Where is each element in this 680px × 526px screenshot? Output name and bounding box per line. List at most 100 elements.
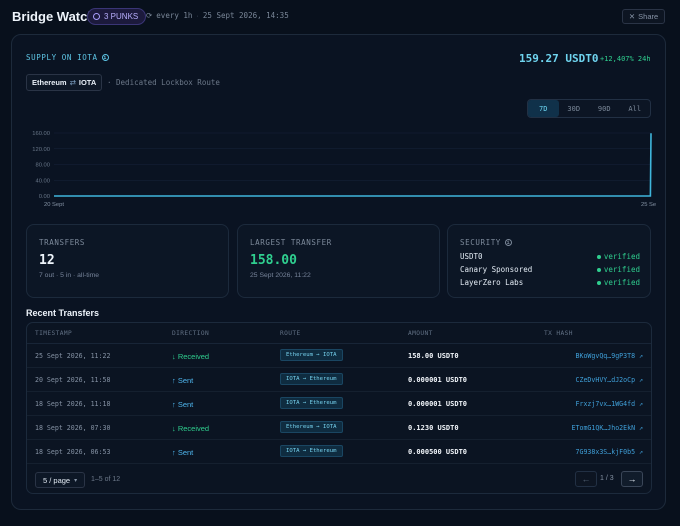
- security-row: Canary Sponsored verified: [460, 265, 640, 275]
- refresh-icon: ⟳: [146, 11, 153, 20]
- security-status: verified: [596, 278, 640, 287]
- arrow-right-icon: →: [627, 474, 637, 484]
- recent-transfers-title: Recent Transfers: [26, 308, 100, 318]
- top-bar: Bridge Watch 3 PUNKS ⟳ every 1h · 25 Sep…: [0, 0, 680, 34]
- largest-transfer-card: LARGEST TRANSFER 158.00 25 Sept 2026, 11…: [237, 224, 440, 298]
- column-header-amount[interactable]: AMOUNT: [408, 330, 433, 337]
- punks-badge[interactable]: 3 PUNKS: [87, 8, 147, 25]
- security-name: Canary Sponsored: [460, 265, 533, 274]
- last-updated: 25 Sept 2026, 14:35: [202, 11, 289, 20]
- transfers-label: TRANSFERS: [39, 238, 86, 247]
- y-tick-label: 0.00: [39, 194, 50, 200]
- row-timestamp: 25 Sept 2026, 11:22: [35, 352, 111, 360]
- column-header-timestamp[interactable]: TIMESTAMP: [35, 330, 72, 337]
- route-from: Ethereum: [32, 78, 67, 87]
- refresh-interval: every 1h: [156, 11, 193, 20]
- range-tab-90d[interactable]: 90D: [589, 100, 620, 117]
- y-tick-label: 120.00: [32, 147, 50, 153]
- results-range: 1–5 of 12: [91, 476, 121, 483]
- row-amount: 0.000500 USDT0: [408, 448, 468, 456]
- column-header-direction[interactable]: DIRECTION: [172, 330, 209, 337]
- row-amount: 158.00 USDT0: [408, 352, 459, 360]
- supply-label-text: SUPPLY ON IOTA: [26, 53, 98, 62]
- y-tick-label: 80.00: [35, 163, 50, 169]
- pagination: 5 / page ▾ 1–5 of 12 ← 1 / 3 →: [27, 467, 651, 493]
- range-tabs: 7D 30D 90D All: [527, 99, 651, 118]
- app-title: Bridge Watch: [12, 9, 96, 24]
- supply-label: SUPPLY ON IOTA i: [26, 53, 109, 62]
- largest-transfer-date: 25 Sept 2026, 11:22: [250, 272, 311, 279]
- security-name: USDT0: [460, 252, 483, 261]
- status-dot-icon: [596, 267, 601, 272]
- supply-change: +12,407% 24h: [600, 55, 651, 63]
- row-amount: 0.000001 USDT0: [408, 376, 468, 384]
- row-tx-hash-link[interactable]: ETomG1QK…Jho2EkN ↗: [572, 424, 643, 432]
- row-tx-hash-link[interactable]: BKoWgvQq…9gP3T8 ↗: [576, 352, 644, 360]
- row-route-chip: IOTA → Ethereum: [280, 373, 343, 385]
- punks-badge-label: 3 PUNKS: [104, 12, 139, 21]
- x-logo-icon: ✕: [628, 12, 636, 21]
- security-label: SECURITY i: [460, 238, 512, 247]
- share-label: Share: [638, 12, 659, 21]
- row-direction: ↑ Sent: [172, 447, 194, 457]
- row-route-chip: IOTA → Ethereum: [280, 397, 343, 409]
- route-pill: Ethereum ⇄ IOTA: [26, 74, 103, 91]
- range-tab-7d[interactable]: 7D: [528, 100, 559, 117]
- x-tick-label: 25 Sept: [641, 202, 656, 208]
- row-direction: ↑ Sent: [172, 399, 194, 409]
- row-route-chip: IOTA → Ethereum: [280, 445, 343, 457]
- range-tab-30d[interactable]: 30D: [559, 100, 590, 117]
- separator-dot: ·: [196, 11, 199, 20]
- circle-icon: [93, 13, 100, 20]
- table-row[interactable]: 18 Sept 2026, 11:18 ↑ Sent IOTA → Ethere…: [27, 392, 651, 416]
- table-row[interactable]: 25 Sept 2026, 11:22 ↓ Received Ethereum …: [27, 344, 651, 368]
- row-amount: 0.000001 USDT0: [408, 400, 468, 408]
- security-status: verified: [596, 252, 640, 261]
- row-timestamp: 18 Sept 2026, 06:53: [35, 448, 111, 456]
- row-route-chip: Ethereum → IOTA: [280, 349, 343, 361]
- arrow-left-icon: ←: [581, 474, 591, 484]
- transfers-value: 12: [39, 253, 55, 268]
- security-card: SECURITY i USDT0 verified Canary Sponsor…: [447, 224, 651, 298]
- largest-transfer-label: LARGEST TRANSFER: [250, 238, 332, 247]
- previous-page-button[interactable]: ←: [575, 471, 597, 487]
- table-row[interactable]: 18 Sept 2026, 06:53 ↑ Sent IOTA → Ethere…: [27, 440, 651, 464]
- security-name: LayerZero Labs: [460, 278, 524, 287]
- page-size-value: 5 / page: [43, 475, 71, 485]
- share-button[interactable]: ✕ Share: [622, 9, 665, 24]
- route-description: · Dedicated Lockbox Route: [107, 78, 220, 87]
- info-icon[interactable]: i: [504, 239, 512, 246]
- security-row: LayerZero Labs verified: [460, 278, 640, 288]
- table-row[interactable]: 20 Sept 2026, 11:58 ↑ Sent IOTA → Ethere…: [27, 368, 651, 392]
- row-tx-hash-link[interactable]: CZeDvHVY…dJ2oCp ↗: [576, 376, 644, 384]
- next-page-button[interactable]: →: [621, 471, 643, 487]
- table-row[interactable]: 18 Sept 2026, 07:30 ↓ Received Ethereum …: [27, 416, 651, 440]
- status-dot-icon: [596, 254, 601, 259]
- row-direction: ↓ Received: [172, 351, 210, 361]
- route-description-text: Dedicated Lockbox Route: [116, 78, 220, 87]
- row-timestamp: 20 Sept 2026, 11:58: [35, 376, 111, 384]
- route-to: IOTA: [78, 78, 97, 87]
- transfers-sub: 7 out · 5 in · all-time: [39, 272, 100, 279]
- range-tab-all[interactable]: All: [620, 100, 651, 117]
- x-tick-label: 20 Sept: [44, 202, 64, 208]
- row-tx-hash-link[interactable]: Frxzj7vx…1WG4fd ↗: [576, 400, 644, 408]
- row-tx-hash-link[interactable]: 7G938x3S…kjF0b5 ↗: [576, 448, 644, 456]
- column-header-tx-hash[interactable]: TX HASH: [544, 330, 573, 337]
- status-dot-icon: [596, 280, 601, 285]
- row-amount: 0.1230 USDT0: [408, 424, 459, 432]
- security-status-text: verified: [603, 252, 640, 261]
- column-header-route[interactable]: ROUTE: [280, 330, 301, 337]
- security-status: verified: [596, 265, 640, 274]
- y-tick-label: 40.00: [35, 178, 50, 184]
- row-timestamp: 18 Sept 2026, 07:30: [35, 424, 111, 432]
- refresh-info: ⟳ every 1h · 25 Sept 2026, 14:35: [146, 11, 289, 20]
- info-icon[interactable]: i: [101, 54, 109, 61]
- security-label-text: SECURITY: [460, 238, 501, 247]
- page-indicator: 1 / 3: [600, 475, 614, 482]
- row-direction: ↑ Sent: [172, 375, 194, 385]
- supply-chart: 0.00 40.00 80.00 120.00 160.00 20 Sept 25 Sept: [32, 131, 656, 208]
- security-status-text: verified: [603, 265, 640, 274]
- security-row: USDT0 verified: [460, 252, 640, 262]
- page-size-select[interactable]: 5 / page ▾: [35, 472, 86, 488]
